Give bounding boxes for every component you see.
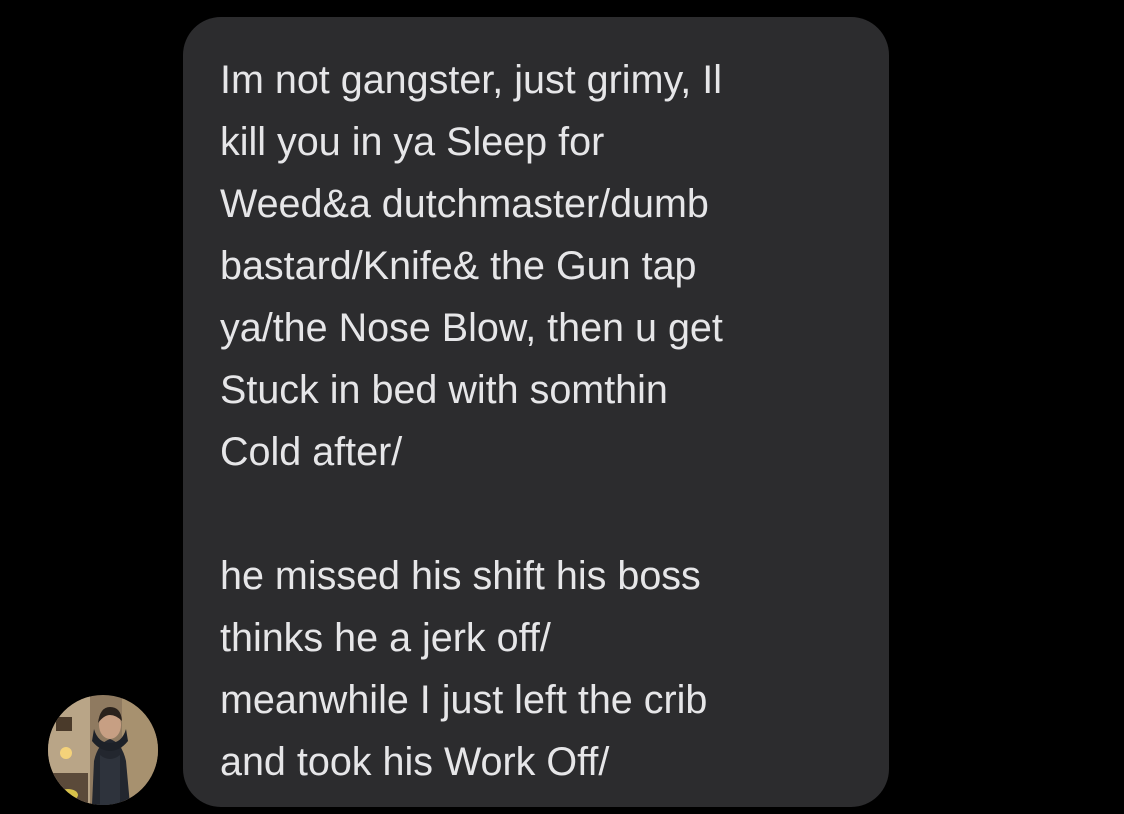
avatar-photo-icon <box>48 695 158 805</box>
message-line: and took his Work Off/ <box>220 740 610 784</box>
message-line: bastard/Knife& the Gun tap <box>220 244 697 288</box>
message-line: Im not gangster, just grimy, Il <box>220 58 722 102</box>
message-paragraph: Im not gangster, just grimy, Il kill you… <box>220 49 853 483</box>
message-line: Cold after/ <box>220 430 403 474</box>
message-line: Stuck in bed with somthin <box>220 368 668 412</box>
message-line: kill you in ya Sleep for <box>220 120 605 164</box>
message-paragraph: he missed his shift his boss thinks he a… <box>220 545 853 793</box>
message-line: Weed&a dutchmaster/dumb <box>220 182 709 226</box>
message-bubble[interactable]: Im not gangster, just grimy, Il kill you… <box>183 17 889 807</box>
message-line: ya/the Nose Blow, then u get <box>220 306 723 350</box>
message-line: meanwhile I just left the crib <box>220 678 708 722</box>
contact-avatar[interactable] <box>48 695 158 805</box>
message-line: he missed his shift his boss <box>220 554 701 598</box>
message-line: thinks he a jerk off/ <box>220 616 551 660</box>
